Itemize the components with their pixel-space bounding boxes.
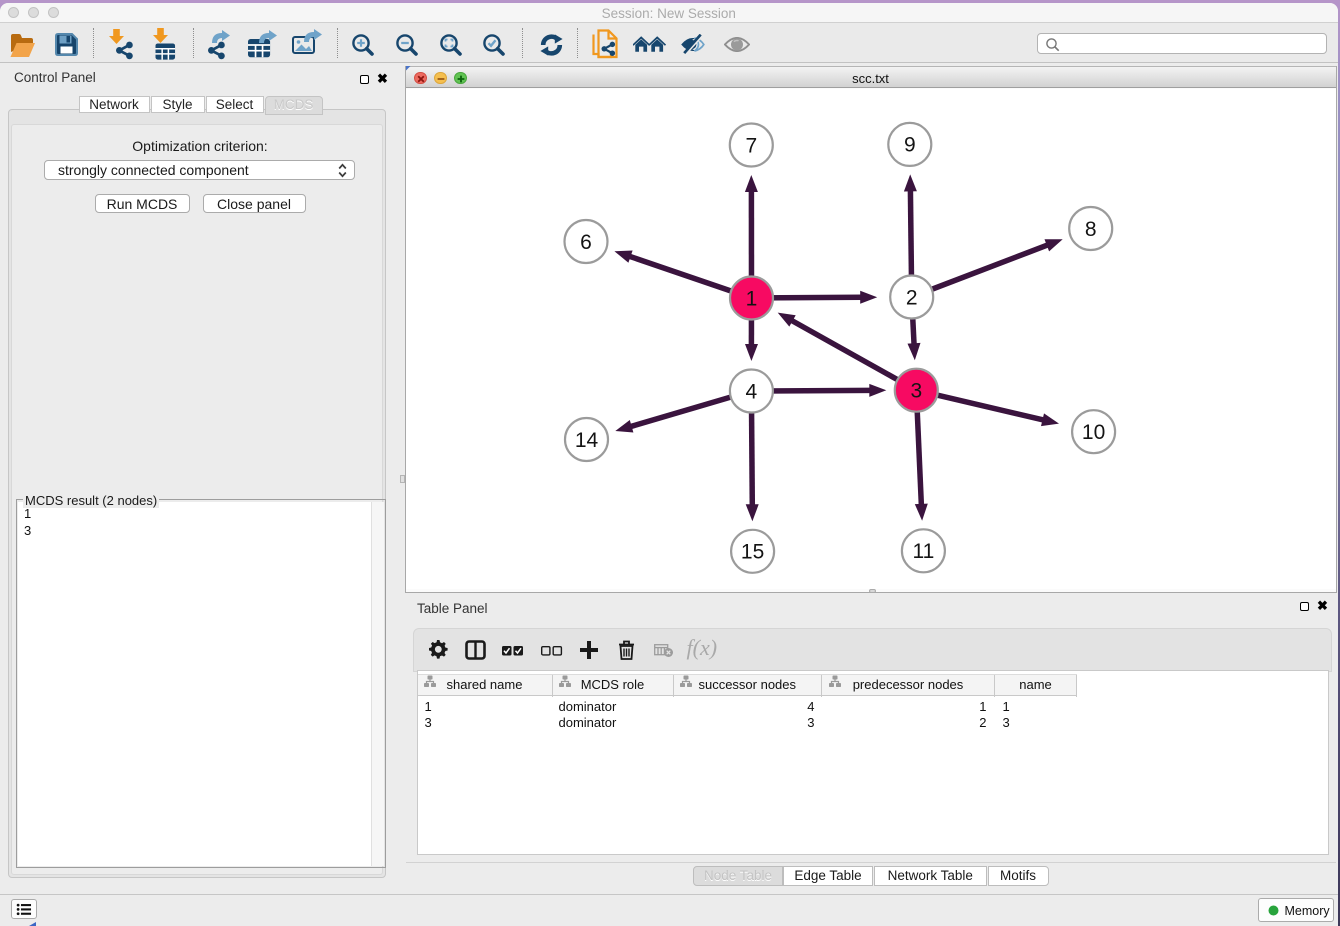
svg-text:10: 10	[1081, 421, 1104, 444]
svg-text:3: 3	[910, 379, 922, 402]
svg-text:9: 9	[903, 133, 915, 156]
svg-text:11: 11	[912, 540, 934, 563]
svg-text:6: 6	[580, 230, 592, 253]
svg-text:7: 7	[745, 134, 757, 157]
svg-text:1: 1	[745, 287, 757, 310]
svg-text:15: 15	[740, 540, 763, 563]
svg-text:4: 4	[745, 380, 757, 403]
svg-text:8: 8	[1084, 217, 1096, 240]
svg-text:14: 14	[574, 428, 598, 451]
svg-text:2: 2	[905, 286, 917, 309]
